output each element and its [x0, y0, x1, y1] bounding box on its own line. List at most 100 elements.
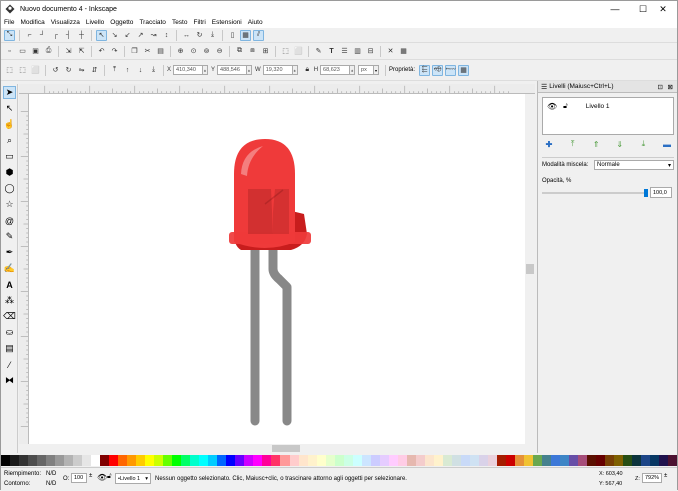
x-spinner[interactable]: ±: [203, 65, 209, 75]
connector-tool-icon[interactable]: ⧓: [3, 374, 16, 387]
unlink-clone-icon[interactable]: ⊞: [260, 46, 271, 57]
color-swatch[interactable]: [64, 455, 74, 466]
chevron-down-icon[interactable]: ▾: [374, 65, 380, 75]
menu-filtri[interactable]: Filtri: [193, 19, 205, 26]
preferences-icon[interactable]: ✕: [385, 46, 396, 57]
y-input[interactable]: 488,546: [217, 65, 248, 75]
select-all-layers-icon[interactable]: ⬚: [17, 65, 28, 76]
rotate-ccw-icon[interactable]: ↺: [50, 65, 61, 76]
calligraphy-tool-icon[interactable]: ✍: [3, 262, 16, 275]
color-swatch[interactable]: [496, 455, 506, 466]
color-swatch[interactable]: [406, 455, 416, 466]
layer-row[interactable]: 👁︎ 🔓︎ Livello 1: [543, 100, 673, 113]
color-swatch[interactable]: [487, 455, 497, 466]
color-swatch[interactable]: [559, 455, 569, 466]
flip-horizontal-icon[interactable]: ⇋: [76, 65, 87, 76]
status-opacity-spinner-icon[interactable]: ±: [89, 473, 92, 479]
status-opacity-input[interactable]: 100: [71, 473, 87, 483]
copy-icon[interactable]: ❐: [129, 46, 140, 57]
menu-estensioni[interactable]: Estensioni: [212, 19, 242, 26]
menu-tracciato[interactable]: Tracciato: [139, 19, 166, 26]
horizontal-ruler[interactable]: [19, 84, 535, 94]
menu-modifica[interactable]: Modifica: [20, 19, 44, 26]
lock-ratio-icon[interactable]: 🔒︎: [302, 65, 313, 76]
color-swatch[interactable]: [55, 455, 65, 466]
snap-bbox-icon[interactable]: ⌐: [24, 30, 35, 41]
h-input[interactable]: 68,623: [320, 65, 351, 75]
x-input[interactable]: 410,340: [173, 65, 204, 75]
fill-stroke-icon[interactable]: ✎: [313, 46, 324, 57]
lower-to-bottom-icon[interactable]: ⤓: [148, 65, 159, 76]
color-swatch[interactable]: [388, 455, 398, 466]
zoom-spinner-icon[interactable]: ±: [664, 473, 667, 479]
print-icon[interactable]: ⎙: [43, 46, 54, 57]
color-swatch[interactable]: [587, 455, 597, 466]
flip-vertical-icon[interactable]: ⇵: [89, 65, 100, 76]
save-icon[interactable]: ▣: [30, 46, 41, 57]
panel-detach-icon[interactable]: ⊠: [668, 83, 673, 91]
snap-intersection-icon[interactable]: ↙: [122, 30, 133, 41]
pen-tool-icon[interactable]: ✒: [3, 246, 16, 259]
layer-to-bottom-icon[interactable]: ⤓: [636, 138, 650, 150]
color-swatch[interactable]: [668, 455, 678, 466]
color-swatch[interactable]: [451, 455, 461, 466]
color-swatch[interactable]: [10, 455, 20, 466]
led-artwork[interactable]: [229, 139, 311, 426]
color-swatch[interactable]: [82, 455, 92, 466]
3d-box-tool-icon[interactable]: ⬢: [3, 166, 16, 179]
color-swatch[interactable]: [235, 455, 245, 466]
color-swatch[interactable]: [280, 455, 290, 466]
stroke-value[interactable]: N/D: [46, 481, 56, 487]
color-swatch[interactable]: [334, 455, 344, 466]
new-document-icon[interactable]: ▫: [4, 46, 15, 57]
deselect-icon[interactable]: ⬜: [30, 65, 41, 76]
minimize-button[interactable]: —: [601, 1, 629, 17]
snap-rotation-icon[interactable]: ↻: [194, 30, 205, 41]
layer-down-icon[interactable]: ⇓: [613, 138, 627, 150]
panel-close-icon[interactable]: ⊡: [658, 83, 663, 91]
xml-editor-icon[interactable]: ▥: [352, 46, 363, 57]
text-tool-icon[interactable]: A: [3, 278, 16, 291]
paint-bucket-tool-icon[interactable]: ⛀: [3, 326, 16, 339]
layer-to-top-icon[interactable]: ⤒: [566, 138, 580, 150]
color-swatch[interactable]: [136, 455, 146, 466]
color-swatch[interactable]: [352, 455, 362, 466]
close-button[interactable]: ✕: [649, 1, 677, 17]
color-swatch[interactable]: [163, 455, 173, 466]
color-swatch[interactable]: [505, 455, 515, 466]
menu-livello[interactable]: Livello: [86, 19, 104, 26]
duplicate-icon[interactable]: ⧉: [234, 46, 245, 57]
eraser-tool-icon[interactable]: ⌫: [3, 310, 16, 323]
zoom-width-icon[interactable]: ⊖: [214, 46, 225, 57]
scale-stroke-icon[interactable]: ⬱: [419, 64, 431, 76]
color-swatch[interactable]: [541, 455, 551, 466]
ellipse-tool-icon[interactable]: ◯: [3, 182, 16, 195]
color-swatch[interactable]: [37, 455, 47, 466]
color-swatch[interactable]: [578, 455, 588, 466]
color-swatch[interactable]: [262, 455, 272, 466]
menu-visualizza[interactable]: Visualizza: [51, 19, 80, 26]
color-swatch[interactable]: [550, 455, 560, 466]
color-swatch[interactable]: [469, 455, 479, 466]
color-swatch[interactable]: [298, 455, 308, 466]
vertical-scrollbar[interactable]: [525, 94, 535, 444]
zoom-selection-icon[interactable]: ⊕: [175, 46, 186, 57]
layer-up-icon[interactable]: ⇑: [589, 138, 603, 150]
rotate-cw-icon[interactable]: ↻: [63, 65, 74, 76]
raise-to-top-icon[interactable]: ⤒: [109, 65, 120, 76]
color-swatch[interactable]: [532, 455, 542, 466]
snap-bbox-midpoint-icon[interactable]: ┤: [63, 30, 74, 41]
horizontal-scrollbar[interactable]: [29, 444, 525, 453]
color-swatch[interactable]: [1, 455, 11, 466]
color-swatch[interactable]: [100, 455, 110, 466]
color-swatch[interactable]: [514, 455, 524, 466]
zoom-page-icon[interactable]: ⊚: [201, 46, 212, 57]
color-swatch[interactable]: [109, 455, 119, 466]
snap-cusp-icon[interactable]: ↗: [135, 30, 146, 41]
zoom-tool-icon[interactable]: ⌕: [3, 134, 16, 147]
snap-smooth-icon[interactable]: ↝: [148, 30, 159, 41]
menu-file[interactable]: File: [4, 19, 14, 26]
color-swatch[interactable]: [118, 455, 128, 466]
horizontal-scroll-thumb[interactable]: [272, 445, 300, 452]
color-swatch[interactable]: [73, 455, 83, 466]
